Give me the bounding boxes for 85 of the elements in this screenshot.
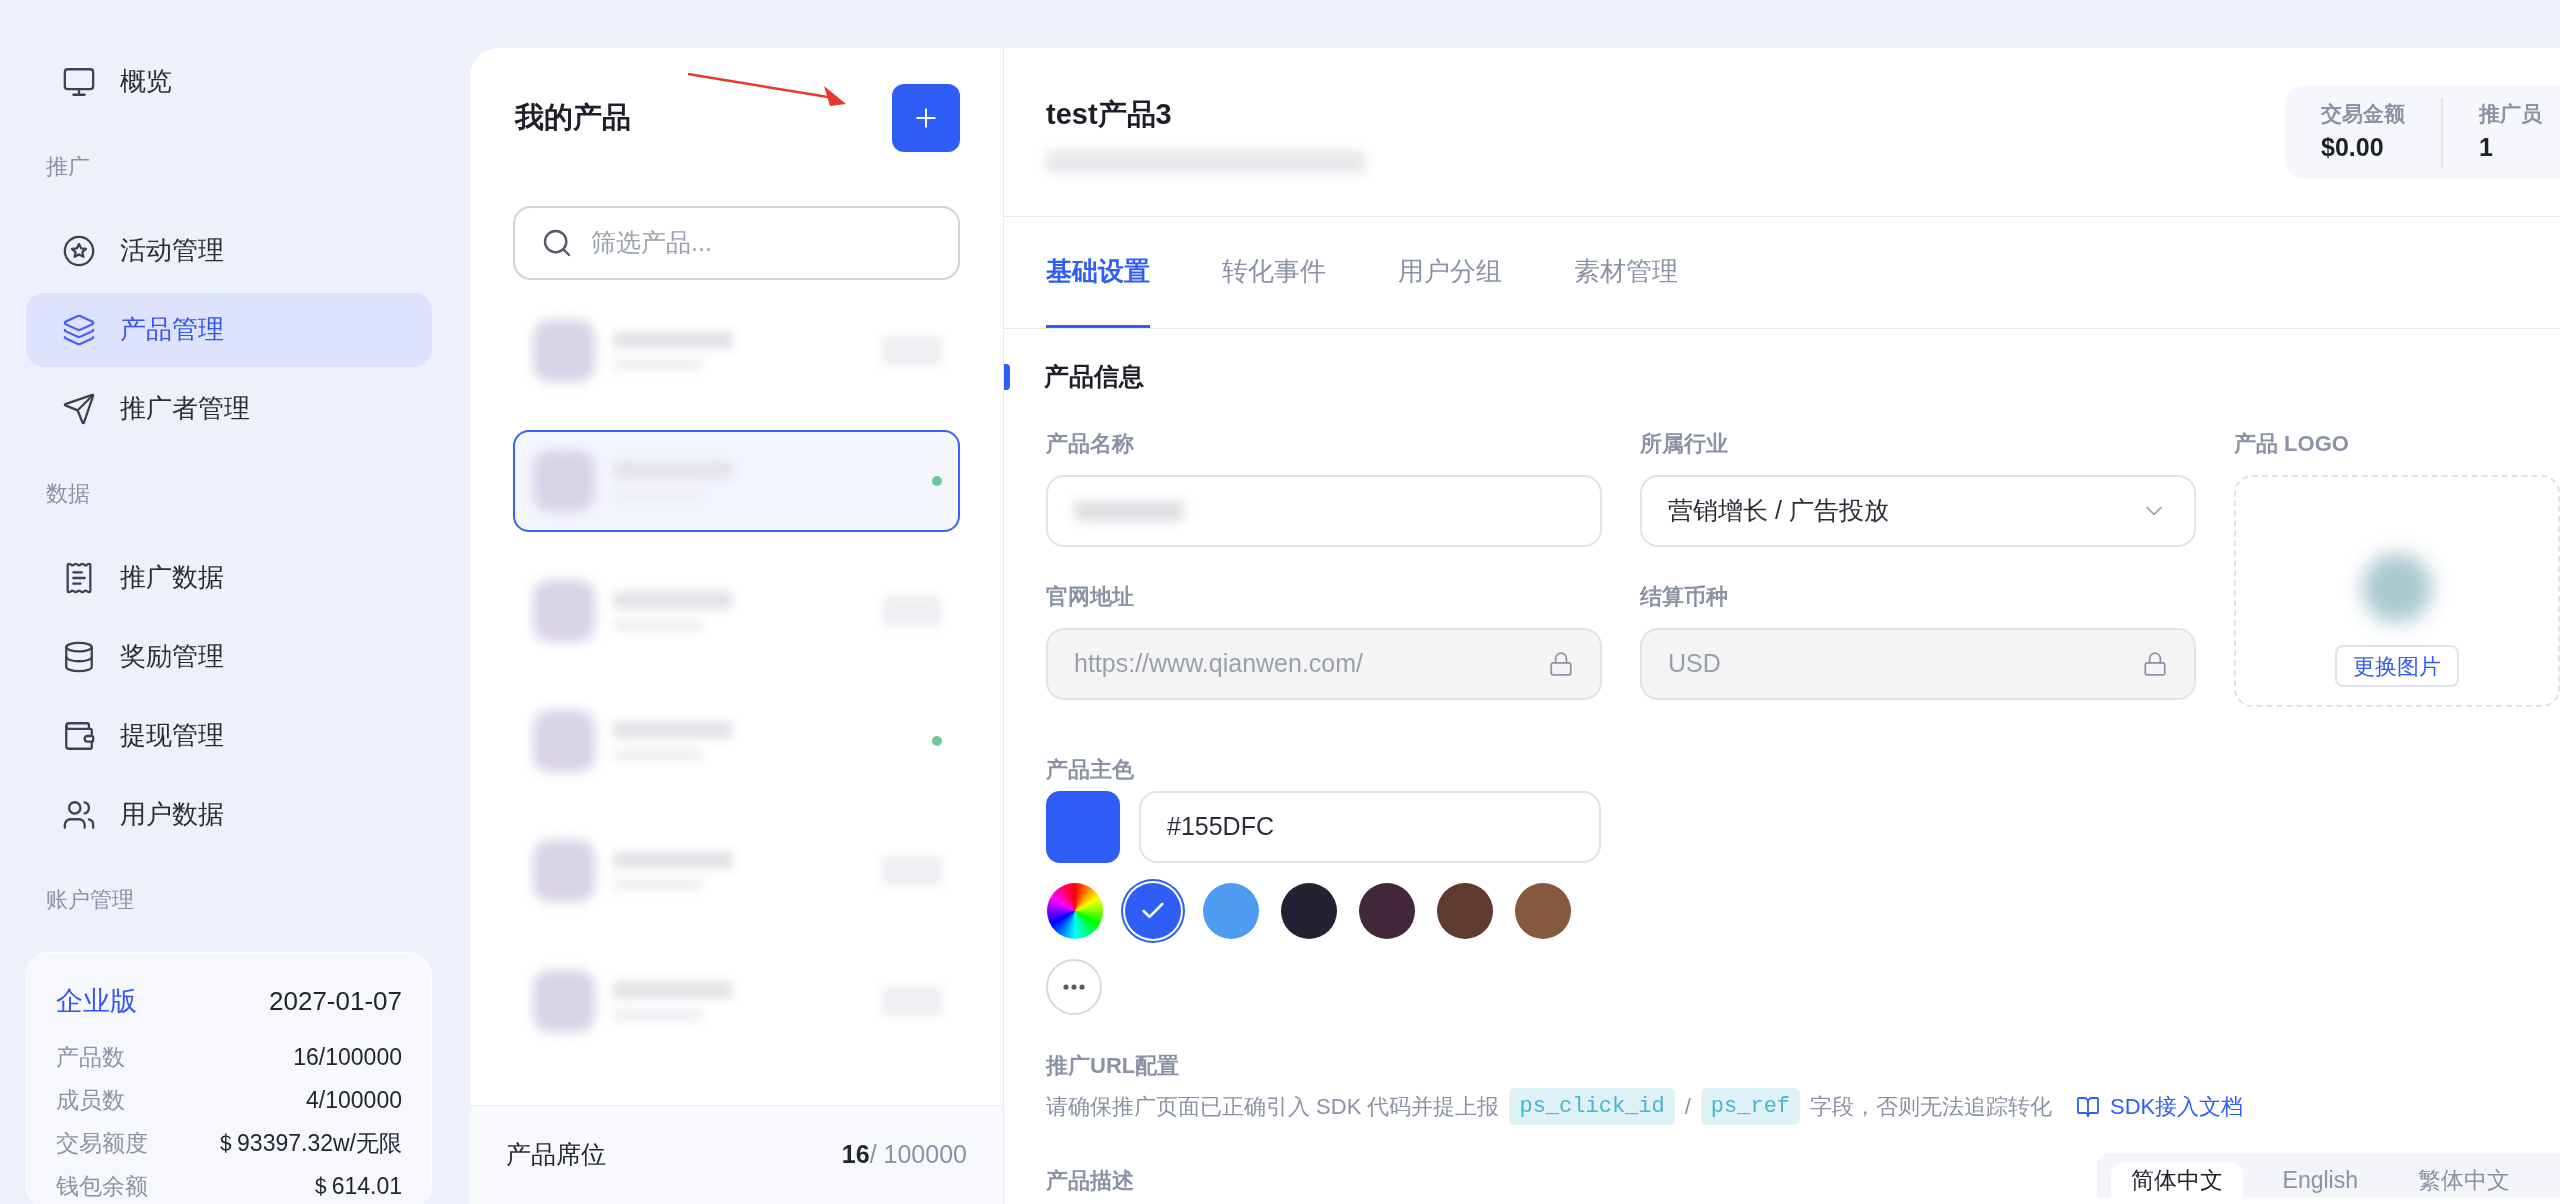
sidebar-item[interactable]: 推广数据 <box>26 540 432 615</box>
color-wheel-swatch[interactable] <box>1047 883 1103 939</box>
search-field[interactable]: 筛选产品... <box>513 206 960 280</box>
select-field[interactable]: 营销增长 / 广告投放 <box>1640 475 2196 547</box>
color-swatch[interactable] <box>1125 883 1181 939</box>
plan-row-label: 交易额度 <box>56 1128 148 1158</box>
lock-icon <box>1548 651 1574 677</box>
stat-label: 推广员 <box>2479 100 2542 127</box>
section-title: 产品信息 <box>1044 361 1144 393</box>
star-circle-icon <box>62 233 96 268</box>
ellipsis-icon <box>1063 984 1085 990</box>
blurred-thumbnail <box>533 450 595 512</box>
section-marker <box>1004 364 1010 390</box>
tab[interactable]: 素材管理 <box>1574 217 1678 328</box>
blurred-thumbnail <box>533 970 595 1032</box>
color-swatch[interactable] <box>1281 883 1337 939</box>
field-label: 产品名称 <box>1046 430 1135 458</box>
more-colors-button[interactable] <box>1046 959 1102 1015</box>
plan-row-value: 16/100000 <box>293 1042 402 1072</box>
book-icon <box>2076 1094 2101 1119</box>
sidebar-item[interactable]: 用户数据 <box>26 777 432 852</box>
language-tab[interactable]: English <box>2262 1163 2378 1197</box>
url-hint-text: 请确保推广页面已正确引入 SDK 代码并提上报 <box>1046 1093 1500 1121</box>
tab[interactable]: 转化事件 <box>1222 217 1326 328</box>
plan-row-label: 钱包余额 <box>56 1171 148 1201</box>
seats-label: 产品席位 <box>506 1139 606 1171</box>
sidebar-item[interactable]: 概览 <box>26 44 432 119</box>
hex-color-field[interactable]: #155DFC <box>1139 791 1601 863</box>
blurred-thumbnail <box>533 840 595 902</box>
text-field[interactable] <box>1046 475 1602 547</box>
tab[interactable]: 用户分组 <box>1398 217 1502 328</box>
separator-text: / <box>1684 1093 1691 1121</box>
product-title: test产品3 <box>1046 97 1173 132</box>
sdk-docs-link[interactable]: SDK接入文档 <box>2076 1090 2244 1123</box>
section-heading: 账户管理 <box>45 885 135 914</box>
plan-name: 企业版 <box>56 985 137 1018</box>
code-tag: ps_click_id <box>1509 1088 1675 1125</box>
field-label: 产品主色 <box>1046 756 1135 784</box>
plan-row-value: ＄614.01 <box>308 1171 402 1201</box>
url-config-title: 推广URL配置 <box>1046 1052 1181 1080</box>
language-tab[interactable]: 简体中文 <box>2110 1163 2243 1197</box>
tab[interactable]: 基础设置 <box>1046 217 1150 328</box>
add-button[interactable] <box>892 84 960 152</box>
section-heading: 数据 <box>45 479 91 508</box>
color-swatch[interactable] <box>1359 883 1415 939</box>
stat-value: $0.00 <box>2321 132 2385 163</box>
sidebar-item[interactable]: 推广者管理 <box>26 371 432 446</box>
field-label: 结算币种 <box>1640 583 1729 611</box>
blurred-thumbnail <box>533 320 595 382</box>
plan-expiry-date: 2027-01-07 <box>269 984 402 1018</box>
color-swatch[interactable] <box>1437 883 1493 939</box>
code-tag: ps_ref <box>1700 1088 1801 1125</box>
field-label: 产品 LOGO <box>2234 430 2350 458</box>
search-icon <box>541 227 573 259</box>
field-label: 所属行业 <box>1640 430 1729 458</box>
color-swatch[interactable] <box>1203 883 1259 939</box>
field-label: 产品描述 <box>1046 1167 1134 1195</box>
change-image-button[interactable]: 更换图片 <box>2335 645 2459 687</box>
plan-row-value: 4/100000 <box>306 1085 402 1115</box>
logo-upload-area[interactable]: 更换图片 <box>2234 475 2560 707</box>
color-swatch[interactable] <box>1515 883 1571 939</box>
database-icon <box>62 639 96 674</box>
sidebar-item[interactable]: 提现管理 <box>26 698 432 773</box>
stat-value: 1 <box>2479 132 2494 163</box>
field-label: 官网地址 <box>1046 583 1135 611</box>
blurred-thumbnail <box>533 710 595 772</box>
section-heading: 推广 <box>45 152 91 181</box>
paper-plane-icon <box>62 391 96 426</box>
plan-row-value: ＄93397.32w/无限 <box>214 1128 402 1158</box>
blurred-product-item[interactable] <box>513 430 960 532</box>
plan-row-label: 产品数 <box>56 1042 125 1072</box>
stat-label: 交易金额 <box>2321 100 2405 127</box>
layers-icon <box>62 312 96 347</box>
lock-icon <box>2142 651 2168 677</box>
search-input[interactable]: 筛选产品... <box>591 224 932 262</box>
language-tab[interactable]: 繁体中文 <box>2398 1163 2530 1197</box>
sidebar-item[interactable]: 产品管理 <box>26 292 432 367</box>
url-hint-text: 字段，否则无法追踪转化 <box>1810 1093 2053 1121</box>
sidebar-item[interactable]: 活动管理 <box>26 213 432 288</box>
blurred-thumbnail <box>533 580 595 642</box>
panel-title: 我的产品 <box>515 100 631 136</box>
seats-count: 16/ 100000 <box>841 1139 967 1171</box>
blurred-logo <box>2362 553 2432 623</box>
sidebar-item[interactable]: 奖励管理 <box>26 619 432 694</box>
plan-row-label: 成员数 <box>56 1085 125 1115</box>
